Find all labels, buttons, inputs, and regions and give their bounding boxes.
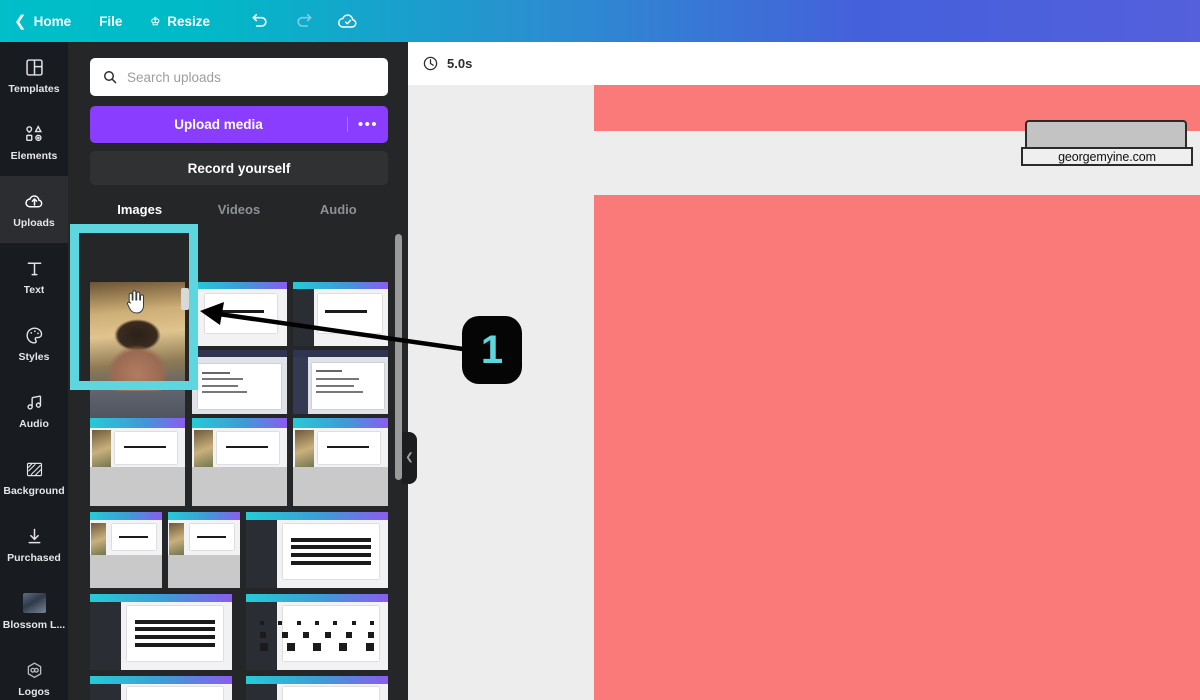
upload-thumbnail[interactable] — [293, 418, 388, 506]
sidebar-item-background[interactable]: Background — [0, 444, 68, 511]
page-duration-label: 5.0s — [447, 56, 473, 71]
file-menu-button[interactable]: File — [85, 0, 136, 42]
hand-cursor-icon — [124, 288, 146, 319]
canvas-toolbar: 5.0s — [408, 42, 1200, 85]
tab-images-label: Images — [117, 202, 163, 217]
background-hatch-icon — [24, 458, 45, 480]
sidebar-item-elements[interactable]: Elements — [0, 109, 68, 176]
folder-thumbnail-icon — [22, 592, 46, 614]
tab-audio-label: Audio — [319, 202, 357, 217]
sidebar-item-logos[interactable]: Logos — [0, 645, 68, 700]
chevron-left-icon: ❮ — [405, 452, 414, 463]
upload-thumbnail[interactable] — [90, 418, 185, 506]
sidebar-item-styles[interactable]: Styles — [0, 310, 68, 377]
canva-editor-window: ❮ Home File ♔ Resize Templates Elements … — [0, 0, 1200, 700]
redo-button[interactable] — [282, 0, 326, 42]
sidebar-item-blossom-l[interactable]: Blossom L... — [0, 578, 68, 645]
redo-icon — [297, 13, 312, 27]
sidebar-item-label: Blossom L... — [2, 619, 66, 631]
styles-palette-icon — [24, 324, 45, 346]
search-placeholder: Search uploads — [127, 69, 221, 85]
sidebar-item-text[interactable]: Text — [0, 243, 68, 310]
resize-button-label: Resize — [167, 13, 211, 29]
tab-videos-label: Videos — [217, 202, 261, 217]
annotation-arrow — [200, 302, 473, 353]
home-button[interactable]: ❮ Home — [0, 0, 85, 42]
upload-thumbnail[interactable] — [246, 512, 388, 588]
record-yourself-button[interactable]: Record yourself — [90, 151, 388, 185]
sidebar-item-purchased[interactable]: Purchased — [0, 511, 68, 578]
drag-handle[interactable] — [181, 288, 189, 310]
sidebar-item-uploads[interactable]: Uploads — [0, 176, 68, 243]
upload-thumbnail[interactable] — [90, 512, 162, 588]
sidebar-item-label: Styles — [18, 351, 50, 363]
upload-thumbnail[interactable] — [192, 418, 287, 506]
sidebar-item-label: Background — [3, 485, 65, 497]
tab-audio[interactable]: Audio — [289, 200, 388, 230]
crown-icon: ♔ — [150, 15, 161, 28]
undo-icon — [252, 13, 267, 27]
hexagon-co-icon — [24, 659, 45, 681]
purchased-download-icon — [24, 525, 45, 547]
sidebar-item-label: Logos — [18, 686, 50, 698]
collapse-panel-button[interactable]: ❮ — [402, 432, 417, 484]
upload-thumbnail[interactable] — [90, 594, 232, 670]
url-textbox[interactable]: georgemyine.com — [1021, 147, 1193, 166]
resize-button[interactable]: ♔ Resize — [136, 0, 224, 42]
upload-thumbnail[interactable] — [168, 512, 240, 588]
upload-thumbnail[interactable] — [246, 594, 388, 670]
url-text: georgemyine.com — [1058, 149, 1156, 164]
search-icon — [103, 70, 117, 84]
templates-icon — [24, 56, 45, 78]
canvas-area: 5.0s georgemyine.com Page 5 - Add page t… — [408, 42, 1200, 700]
sidebar-item-templates[interactable]: Templates — [0, 42, 68, 109]
record-yourself-label: Record yourself — [187, 160, 291, 176]
cloud-save-status-button[interactable] — [326, 0, 370, 42]
more-options-ellipsis-icon[interactable]: ••• — [348, 117, 388, 132]
home-button-label: Home — [33, 13, 72, 29]
clock-icon — [423, 56, 438, 71]
uploads-panel: Search uploads Upload media ••• Record y… — [68, 42, 408, 700]
sidebar-item-label: Purchased — [7, 552, 61, 564]
step-number: 1 — [480, 328, 504, 372]
sidebar-item-label: Elements — [10, 150, 58, 162]
sidebar-item-label: Uploads — [13, 217, 55, 229]
uploads-tabs: Images Videos Audio — [90, 200, 388, 230]
current-page-canvas[interactable] — [594, 195, 1200, 700]
search-uploads-field[interactable]: Search uploads — [90, 58, 388, 96]
uploads-cloud-icon — [23, 190, 46, 212]
file-menu-label: File — [99, 13, 123, 29]
sidebar-item-label: Text — [23, 284, 45, 296]
text-icon — [24, 257, 45, 279]
tab-videos[interactable]: Videos — [189, 200, 288, 230]
upload-media-button[interactable]: Upload media ••• — [90, 106, 388, 143]
top-toolbar: ❮ Home File ♔ Resize — [0, 0, 1200, 42]
sidebar-item-audio[interactable]: Audio — [0, 377, 68, 444]
step-number-badge: 1 — [462, 316, 522, 384]
cloud-saved-icon — [338, 14, 357, 28]
upload-media-label: Upload media — [90, 117, 348, 132]
sidebar-item-label: Templates — [8, 83, 60, 95]
left-sidebar-rail: Templates Elements Uploads Text Styles A… — [0, 42, 68, 700]
tab-images[interactable]: Images — [90, 200, 189, 230]
audio-note-icon — [24, 391, 45, 413]
laptop-graphic[interactable] — [1025, 120, 1187, 149]
undo-button[interactable] — [238, 0, 282, 42]
chevron-left-icon: ❮ — [14, 13, 27, 30]
elements-icon — [23, 123, 45, 145]
upload-thumbnail[interactable] — [90, 676, 232, 700]
sidebar-item-label: Audio — [19, 418, 49, 430]
upload-thumbnail[interactable] — [246, 676, 388, 700]
